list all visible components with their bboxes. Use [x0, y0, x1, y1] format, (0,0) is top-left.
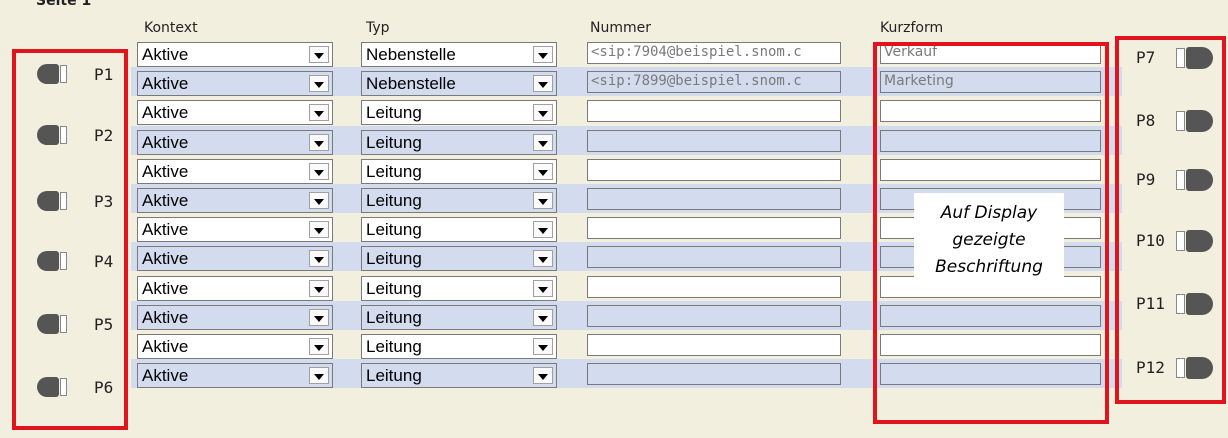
dropdown-arrow-icon[interactable]	[533, 192, 553, 209]
kontext-select[interactable]: Aktive	[137, 334, 333, 359]
dropdown-arrow-icon[interactable]	[533, 250, 553, 268]
display-label-callout: Auf Display gezeigte Beschriftung	[914, 193, 1064, 286]
kontext-value: Aktive	[142, 366, 189, 386]
typ-value: Leitung	[366, 132, 422, 152]
dropdown-arrow-icon[interactable]	[309, 192, 329, 209]
kontext-select[interactable]: Aktive	[137, 275, 333, 301]
typ-select[interactable]: Leitung	[361, 129, 557, 155]
kontext-select[interactable]: Aktive	[137, 363, 333, 389]
dropdown-arrow-icon[interactable]	[309, 75, 329, 93]
dropdown-arrow-icon[interactable]	[533, 221, 553, 239]
dropdown-arrow-icon[interactable]	[309, 104, 329, 122]
kontext-select[interactable]: Aktive	[137, 42, 333, 67]
dropdown-arrow-icon[interactable]	[309, 338, 329, 355]
kontext-select[interactable]: Aktive	[137, 188, 333, 213]
typ-value: Leitung	[366, 161, 422, 181]
dropdown-arrow-icon[interactable]	[533, 279, 553, 297]
dropdown-arrow-icon[interactable]	[533, 104, 553, 122]
typ-select[interactable]: Leitung	[361, 304, 557, 330]
dropdown-arrow-icon[interactable]	[309, 133, 329, 151]
header-typ: Typ	[366, 20, 390, 36]
nummer-input[interactable]	[587, 158, 841, 181]
typ-select[interactable]: Leitung	[361, 363, 557, 389]
typ-value: Leitung	[366, 278, 422, 298]
typ-value: Nebenstelle	[366, 74, 456, 94]
callout-line-3: Beschriftung	[935, 257, 1043, 277]
dropdown-arrow-icon[interactable]	[309, 221, 329, 239]
dropdown-arrow-icon[interactable]	[533, 162, 553, 180]
kontext-value: Aktive	[142, 103, 189, 123]
annotation-box-left-keys	[12, 49, 128, 430]
kontext-value: Aktive	[142, 74, 189, 94]
dropdown-arrow-icon[interactable]	[309, 250, 329, 268]
dropdown-arrow-icon[interactable]	[533, 338, 553, 355]
typ-value: Leitung	[366, 191, 422, 210]
nummer-input[interactable]	[587, 246, 841, 269]
kontext-select[interactable]: Aktive	[137, 129, 333, 155]
nummer-input[interactable]	[587, 334, 841, 356]
callout-line-2: gezeigte	[952, 230, 1026, 250]
typ-value: Leitung	[366, 366, 422, 386]
kontext-value: Aktive	[142, 161, 189, 181]
typ-value: Nebenstelle	[366, 45, 456, 64]
kontext-value: Aktive	[142, 249, 189, 269]
nummer-value: <sip:7904@beispiel.snom.c	[591, 44, 802, 60]
header-kurzform: Kurzform	[880, 20, 944, 36]
dropdown-arrow-icon[interactable]	[309, 162, 329, 180]
dropdown-arrow-icon[interactable]	[533, 75, 553, 93]
typ-select[interactable]: Leitung	[361, 246, 557, 272]
dropdown-arrow-icon[interactable]	[309, 308, 329, 326]
nummer-input[interactable]	[587, 217, 841, 240]
kontext-select[interactable]: Aktive	[137, 246, 333, 272]
kontext-value: Aktive	[142, 337, 189, 356]
dropdown-arrow-icon[interactable]	[533, 46, 553, 63]
typ-value: Leitung	[366, 249, 422, 269]
dropdown-arrow-icon[interactable]	[309, 279, 329, 297]
typ-select[interactable]: Nebenstelle	[361, 71, 557, 97]
nummer-input[interactable]: <sip:7904@beispiel.snom.c	[587, 42, 841, 64]
typ-select[interactable]: Leitung	[361, 158, 557, 184]
nummer-input[interactable]: <sip:7899@beispiel.snom.c	[587, 71, 841, 94]
dropdown-arrow-icon[interactable]	[533, 133, 553, 151]
kontext-select[interactable]: Aktive	[137, 158, 333, 184]
dropdown-arrow-icon[interactable]	[533, 367, 553, 385]
typ-select[interactable]: Leitung	[361, 334, 557, 359]
nummer-input[interactable]	[587, 304, 841, 327]
kontext-value: Aktive	[142, 132, 189, 152]
dropdown-arrow-icon[interactable]	[533, 308, 553, 326]
kontext-select[interactable]: Aktive	[137, 304, 333, 330]
dropdown-arrow-icon[interactable]	[309, 367, 329, 385]
header-nummer: Nummer	[590, 20, 651, 36]
section-title: Seite 1	[36, 0, 92, 9]
nummer-input[interactable]	[587, 363, 841, 386]
typ-select[interactable]: Leitung	[361, 188, 557, 213]
typ-value: Leitung	[366, 103, 422, 123]
typ-select[interactable]: Leitung	[361, 100, 557, 126]
kontext-value: Aktive	[142, 278, 189, 298]
annotation-box-right-keys	[1115, 36, 1226, 404]
nummer-value: <sip:7899@beispiel.snom.c	[591, 73, 802, 90]
typ-select[interactable]: Leitung	[361, 275, 557, 301]
nummer-input[interactable]	[587, 100, 841, 123]
header-kontext: Kontext	[144, 20, 198, 36]
nummer-input[interactable]	[587, 188, 841, 210]
dropdown-arrow-icon[interactable]	[309, 46, 329, 63]
kontext-value: Aktive	[142, 220, 189, 240]
typ-value: Leitung	[366, 220, 422, 240]
nummer-input[interactable]	[587, 275, 841, 298]
kontext-select[interactable]: Aktive	[137, 217, 333, 243]
typ-select[interactable]: Leitung	[361, 217, 557, 243]
typ-value: Leitung	[366, 307, 422, 327]
nummer-input[interactable]	[587, 129, 841, 152]
typ-select[interactable]: Nebenstelle	[361, 42, 557, 67]
callout-line-1: Auf Display	[940, 203, 1038, 223]
kontext-value: Aktive	[142, 307, 189, 327]
kontext-value: Aktive	[142, 191, 189, 210]
kontext-select[interactable]: Aktive	[137, 71, 333, 97]
kontext-value: Aktive	[142, 45, 189, 64]
kontext-select[interactable]: Aktive	[137, 100, 333, 126]
typ-value: Leitung	[366, 337, 422, 356]
